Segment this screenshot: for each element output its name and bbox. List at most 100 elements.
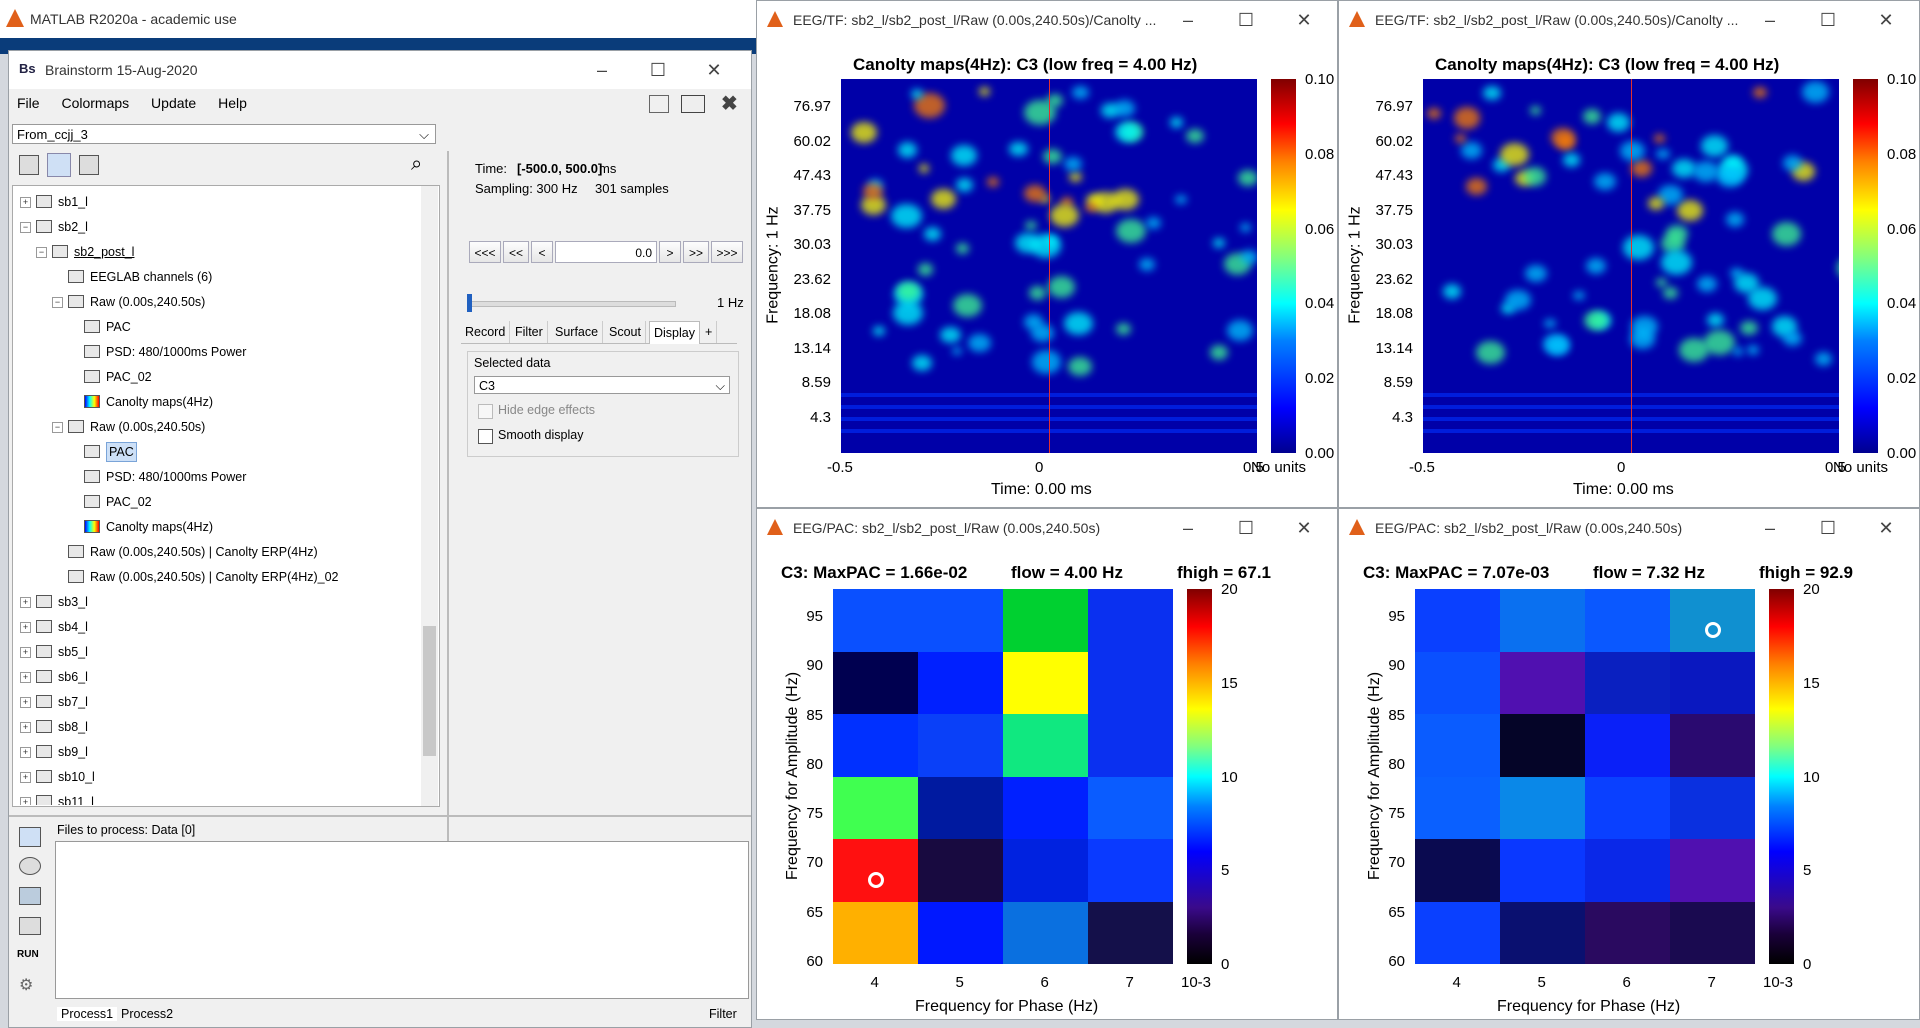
expand-icon[interactable]: + bbox=[20, 772, 31, 783]
nav-next-button[interactable]: > bbox=[659, 241, 681, 263]
tree-item[interactable]: + sb6_l bbox=[12, 666, 412, 688]
maximize-icon[interactable]: ☐ bbox=[645, 57, 671, 83]
maximize-icon[interactable]: ☐ bbox=[1815, 515, 1841, 541]
nav-next-page-button[interactable]: >> bbox=[683, 241, 709, 263]
tab-surface[interactable]: Surface bbox=[551, 321, 604, 343]
minimize-icon[interactable]: – bbox=[1757, 7, 1783, 33]
smooth-checkbox[interactable] bbox=[478, 429, 493, 444]
expand-icon[interactable]: + bbox=[20, 797, 31, 805]
tree-item[interactable]: − Raw (0.00s,240.50s) bbox=[12, 291, 412, 313]
pac-heatmap[interactable] bbox=[1415, 589, 1755, 964]
hide-edge-checkbox[interactable] bbox=[478, 404, 493, 419]
tab-process2[interactable]: Process2 bbox=[121, 1007, 173, 1021]
tree-item[interactable]: PSD: 480/1000ms Power bbox=[12, 466, 412, 488]
tab-scout[interactable]: Scout bbox=[605, 321, 646, 343]
expand-icon[interactable]: + bbox=[20, 647, 31, 658]
freq-slider[interactable] bbox=[469, 301, 676, 307]
menu-help[interactable]: Help bbox=[218, 95, 247, 111]
tab-display[interactable]: Display bbox=[649, 321, 700, 344]
tree-item[interactable]: + sb3_l bbox=[12, 591, 412, 613]
maximize-icon[interactable]: ☐ bbox=[1233, 515, 1259, 541]
process-settings-icon[interactable]: ⚙ bbox=[19, 975, 33, 995]
tree-item[interactable]: + sb9_l bbox=[12, 741, 412, 763]
collapse-icon[interactable]: − bbox=[52, 297, 63, 308]
minimize-icon[interactable]: – bbox=[1175, 515, 1201, 541]
menu-colormaps[interactable]: Colormaps bbox=[61, 95, 129, 111]
minimize-icon[interactable]: – bbox=[589, 57, 615, 83]
process-timefreq-icon[interactable] bbox=[19, 887, 41, 905]
nav-last-button[interactable]: >>> bbox=[711, 241, 743, 263]
freq-slider-thumb[interactable] bbox=[467, 294, 472, 312]
layout-icon[interactable] bbox=[649, 95, 669, 113]
collapse-icon[interactable]: − bbox=[52, 422, 63, 433]
expand-icon[interactable]: + bbox=[20, 197, 31, 208]
tree-item[interactable]: PAC bbox=[12, 316, 412, 338]
selected-data-select[interactable]: C3 ⌵ bbox=[474, 376, 730, 394]
close-icon[interactable]: ✕ bbox=[1291, 7, 1317, 33]
tree-item[interactable]: Canolty maps(4Hz) bbox=[12, 391, 412, 413]
tree-item[interactable]: Raw (0.00s,240.50s) | Canolty ERP(4Hz) bbox=[12, 541, 412, 563]
tree-item[interactable]: PAC bbox=[12, 441, 412, 463]
tree-item[interactable]: PAC_02 bbox=[12, 366, 412, 388]
scrollbar-thumb[interactable] bbox=[423, 626, 436, 756]
expand-icon[interactable]: + bbox=[20, 697, 31, 708]
expand-icon[interactable]: + bbox=[20, 622, 31, 633]
process-file-list[interactable] bbox=[55, 841, 749, 999]
window-layout-icon[interactable] bbox=[681, 95, 705, 113]
tf-heatmap[interactable] bbox=[1423, 79, 1839, 453]
tab-process1[interactable]: Process1 bbox=[57, 1007, 118, 1021]
tree-item[interactable]: − Raw (0.00s,240.50s) bbox=[12, 416, 412, 438]
close-all-icon[interactable]: ✖ bbox=[721, 91, 738, 116]
process-sources-icon[interactable] bbox=[19, 857, 41, 875]
tree-scrollbar[interactable] bbox=[421, 186, 438, 806]
run-button[interactable]: RUN bbox=[17, 949, 39, 960]
time-input[interactable]: 0.0 bbox=[555, 241, 657, 263]
filter-button[interactable]: Filter bbox=[709, 1007, 737, 1021]
process-data-icon[interactable] bbox=[19, 827, 41, 847]
maximize-icon[interactable]: ☐ bbox=[1233, 7, 1259, 33]
menu-update[interactable]: Update bbox=[151, 95, 196, 111]
tree-item[interactable]: Canolty maps(4Hz) bbox=[12, 516, 412, 538]
expand-icon[interactable]: + bbox=[20, 672, 31, 683]
tree-item[interactable]: + sb11_l bbox=[12, 791, 412, 805]
minimize-icon[interactable]: – bbox=[1175, 7, 1201, 33]
nav-first-button[interactable]: <<< bbox=[469, 241, 501, 263]
tab-add[interactable]: + bbox=[701, 321, 718, 343]
menu-file[interactable]: File bbox=[17, 95, 40, 111]
maximize-icon[interactable]: ☐ bbox=[1815, 7, 1841, 33]
search-icon[interactable]: ⌕ bbox=[411, 153, 422, 176]
tab-filter[interactable]: Filter bbox=[511, 321, 548, 343]
tf-heatmap[interactable] bbox=[841, 79, 1257, 453]
expand-icon[interactable]: + bbox=[20, 597, 31, 608]
tree-item[interactable]: − sb2_l bbox=[12, 216, 412, 238]
collapse-icon[interactable]: − bbox=[20, 222, 31, 233]
tree-item[interactable]: + sb5_l bbox=[12, 641, 412, 663]
close-icon[interactable]: ✕ bbox=[1291, 515, 1317, 541]
tree-item[interactable]: + sb8_l bbox=[12, 716, 412, 738]
tree-item[interactable]: EEGLAB channels (6) bbox=[12, 266, 412, 288]
tab-record[interactable]: Record bbox=[461, 321, 511, 343]
nav-prev-page-button[interactable]: << bbox=[503, 241, 529, 263]
nav-prev-button[interactable]: < bbox=[531, 241, 553, 263]
tree-item[interactable]: + sb1_l bbox=[12, 191, 412, 213]
close-icon[interactable]: ✕ bbox=[701, 57, 727, 83]
tree-item[interactable]: + sb4_l bbox=[12, 616, 412, 638]
tree-item[interactable]: + sb7_l bbox=[12, 691, 412, 713]
view-conditions-icon[interactable] bbox=[79, 155, 99, 175]
minimize-icon[interactable]: – bbox=[1757, 515, 1783, 541]
collapse-icon[interactable]: − bbox=[36, 247, 47, 258]
tree-item[interactable]: PAC_02 bbox=[12, 491, 412, 513]
close-icon[interactable]: ✕ bbox=[1873, 515, 1899, 541]
pac-heatmap[interactable] bbox=[833, 589, 1173, 964]
expand-icon[interactable]: + bbox=[20, 747, 31, 758]
expand-icon[interactable]: + bbox=[20, 722, 31, 733]
view-functional-icon[interactable] bbox=[19, 155, 39, 175]
close-icon[interactable]: ✕ bbox=[1873, 7, 1899, 33]
process-matrix-icon[interactable] bbox=[19, 917, 41, 935]
view-anatomy-icon[interactable] bbox=[47, 153, 71, 177]
tree-item[interactable]: Raw (0.00s,240.50s) | Canolty ERP(4Hz)_0… bbox=[12, 566, 412, 588]
tree-item[interactable]: PSD: 480/1000ms Power bbox=[12, 341, 412, 363]
tree-item[interactable]: − sb2_post_l bbox=[12, 241, 412, 263]
protocol-select[interactable]: From_ccjj_3 ⌵ bbox=[12, 124, 436, 144]
tree-item[interactable]: + sb10_l bbox=[12, 766, 412, 788]
